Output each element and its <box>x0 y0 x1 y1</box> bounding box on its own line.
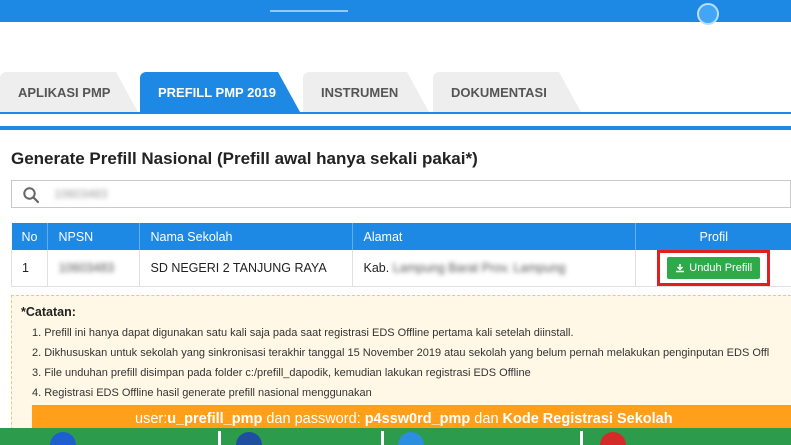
col-npsn: NPSN <box>47 223 141 250</box>
alamat-rest: Lampung Barat Prov. Lampung <box>392 261 566 275</box>
note-item: 1. Prefill ini hanya dapat digunakan sat… <box>32 327 574 339</box>
unduh-prefill-button[interactable]: Unduh Prefill <box>667 257 761 279</box>
banner-user: u_prefill_pmp <box>167 411 263 427</box>
banner-pass: p4ssw0rd_pmp <box>364 411 471 427</box>
search-input[interactable]: 10603483 <box>11 180 791 208</box>
note-item: 2. Dikhususkan untuk sekolah yang sinkro… <box>32 347 770 359</box>
alamat-prefix: Kab. <box>363 261 390 275</box>
search-value: 10603483 <box>54 187 108 201</box>
banner-kode: Kode Registrasi Sekolah <box>502 411 673 427</box>
footer-separator <box>580 431 583 445</box>
page-title: Generate Prefill Nasional (Prefill awal … <box>11 149 478 168</box>
note-item: 4. Registrasi EDS Offline hasil generate… <box>32 387 372 399</box>
search-icon <box>23 187 40 204</box>
tab-underline <box>0 112 791 114</box>
footer-separator <box>381 431 384 445</box>
youtube-icon <box>600 432 626 445</box>
notes-heading: *Catatan: <box>21 305 76 319</box>
banner-text-1: user: <box>135 411 168 427</box>
tab-instrumen[interactable]: INSTRUMEN <box>303 72 429 112</box>
twitter-icon <box>398 432 424 445</box>
tab-bar: APLIKASI PMP PREFILL PMP 2019 INSTRUMEN … <box>0 72 791 114</box>
col-nama-sekolah: Nama Sekolah <box>139 223 354 250</box>
cell-no: 1 <box>10 250 48 287</box>
highlight-box: Unduh Prefill <box>657 250 771 286</box>
school-table: No NPSN Nama Sekolah Alamat Profil 1 106… <box>10 223 791 287</box>
cell-profil: Unduh Prefill <box>635 250 791 287</box>
top-navbar <box>0 0 791 25</box>
unduh-prefill-label: Unduh Prefill <box>689 262 753 274</box>
table-header-row: No NPSN Nama Sekolah Alamat Profil <box>11 223 791 250</box>
social-icon <box>50 432 76 445</box>
social-footer <box>0 428 791 445</box>
user-avatar[interactable] <box>697 3 719 25</box>
col-profil: Profil <box>635 223 791 250</box>
download-icon <box>676 264 685 273</box>
facebook-icon <box>236 432 262 445</box>
tab-aplikasi-pmp[interactable]: APLIKASI PMP <box>0 72 138 112</box>
cell-npsn: 10603483 <box>47 250 140 287</box>
col-no: No <box>11 223 49 250</box>
col-alamat: Alamat <box>352 223 637 250</box>
cell-alamat: Kab. Lampung Barat Prov. Lampung <box>352 250 636 287</box>
banner-text-3: dan <box>470 411 503 427</box>
footer-separator <box>218 431 221 445</box>
section-divider <box>0 126 791 130</box>
nav-active-indicator <box>270 10 348 12</box>
table-row: 1 10603483 SD NEGERI 2 TANJUNG RAYA Kab.… <box>10 250 791 287</box>
npsn-value: 10603483 <box>58 261 115 275</box>
notes-list: 1. Prefill ini hanya dapat digunakan sat… <box>32 325 769 405</box>
tab-dokumentasi[interactable]: DOKUMENTASI <box>433 72 581 112</box>
banner-text-2: dan password: <box>262 411 365 427</box>
cell-nama-sekolah: SD NEGERI 2 TANJUNG RAYA <box>139 250 353 287</box>
note-item: 3. File unduhan prefill disimpan pada fo… <box>32 367 531 379</box>
tab-prefill-pmp-2019[interactable]: PREFILL PMP 2019 <box>140 72 300 112</box>
